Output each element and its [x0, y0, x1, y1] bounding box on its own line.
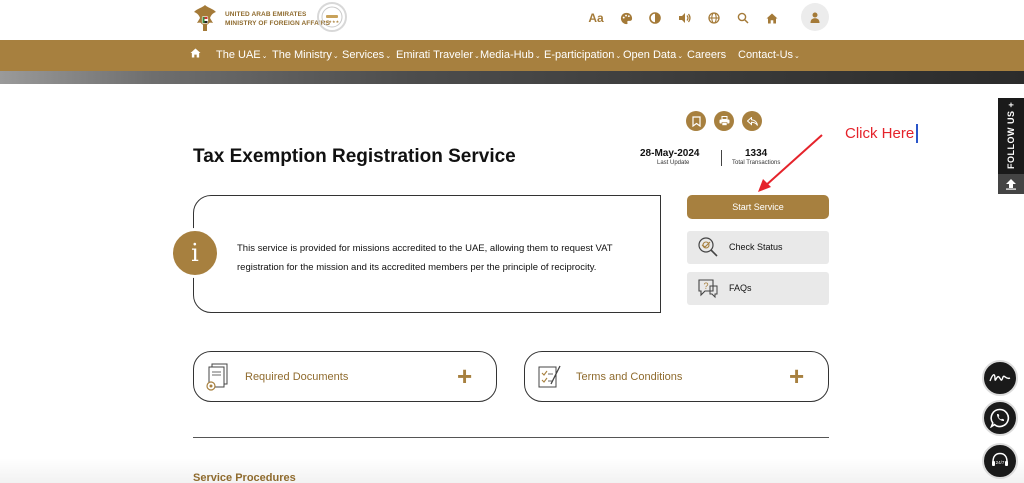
nav-item-careers[interactable]: Careers [687, 49, 726, 61]
hero-banner-strip [0, 71, 1024, 84]
nav-item-e-participation[interactable]: E-participation⌄ [544, 49, 621, 61]
nav-item-the-uae[interactable]: The UAE⌄ [216, 49, 268, 61]
last-update-value: 28-May-2024 [640, 148, 700, 159]
arrow-up-icon [1006, 179, 1016, 190]
info-icon: i [170, 228, 220, 278]
nav-home-icon[interactable] [190, 48, 201, 61]
last-update-label: Last Update [657, 160, 690, 166]
required-documents-accordion[interactable]: Required Documents + [193, 351, 497, 402]
whatsapp-icon [990, 408, 1010, 428]
search-icon[interactable] [733, 9, 753, 27]
follow-us-label: FOLLOW US + [1006, 101, 1016, 169]
service-procedures-heading[interactable]: Service Procedures [193, 472, 296, 483]
speaker-icon[interactable] [675, 9, 695, 27]
logo-line-1: UNITED ARAB EMIRATES [225, 11, 307, 18]
stats-divider [721, 150, 722, 166]
user-icon [810, 12, 820, 23]
bookmark-icon [691, 115, 701, 127]
chevron-down-icon: ⌄ [615, 53, 622, 60]
chevron-down-icon: ⌄ [534, 53, 541, 60]
user-account-button[interactable] [801, 3, 829, 31]
print-button[interactable] [714, 111, 734, 131]
faqs-label: FAQs [729, 283, 752, 293]
call-center-button[interactable]: 24/7 [982, 443, 1018, 479]
svg-text:?: ? [703, 281, 708, 291]
share-icon [746, 116, 758, 126]
page-title: Tax Exemption Registration Service [193, 146, 516, 167]
nav-item-services[interactable]: Services⌄ [342, 49, 391, 61]
nav-item-the-ministry[interactable]: The Ministry⌄ [272, 49, 339, 61]
nav-item-open-data[interactable]: Open Data⌄ [623, 49, 683, 61]
signature-button[interactable] [982, 360, 1018, 396]
globe-icon[interactable] [704, 9, 724, 27]
share-button[interactable] [742, 111, 762, 131]
contrast-icon[interactable] [645, 9, 665, 27]
nav-item-emirati-traveler[interactable]: Emirati Traveler⌄ [396, 49, 480, 61]
footer-shadow [0, 458, 1024, 483]
check-status-label: Check Status [729, 242, 783, 252]
terms-icon [538, 365, 561, 388]
red-arrow-annotation-icon [758, 134, 823, 192]
chevron-down-icon: ⌄ [332, 53, 339, 60]
uae-emblem-icon [194, 5, 216, 31]
section-divider [193, 437, 829, 438]
star-rating-badge-icon: ★★★★ [317, 2, 347, 32]
scroll-top-button[interactable] [998, 174, 1024, 194]
faqs-button[interactable]: ? FAQs [687, 272, 829, 305]
font-size-icon[interactable]: Aa [586, 9, 606, 27]
expand-plus-icon: + [457, 361, 473, 391]
documents-icon [206, 363, 228, 391]
home-icon[interactable] [762, 9, 782, 27]
font-size-label: Aa [588, 11, 604, 25]
faq-icon: ? [698, 279, 718, 299]
logo-text: UNITED ARAB EMIRATES MINISTRY OF FOREIGN… [225, 10, 330, 28]
signature-icon [989, 374, 1011, 382]
required-documents-label: Required Documents [245, 371, 349, 383]
nav-item-media-hub[interactable]: Media-Hub⌄ [480, 49, 541, 61]
ministry-logo[interactable]: UNITED ARAB EMIRATES MINISTRY OF FOREIGN… [192, 3, 330, 35]
service-description: This service is provided for missions ac… [237, 243, 613, 273]
click-here-annotation: Click Here [845, 125, 915, 142]
terms-and-conditions-accordion[interactable]: Terms and Conditions + [524, 351, 829, 402]
check-status-icon [698, 237, 718, 257]
chevron-down-icon: ⌄ [385, 53, 392, 60]
palette-icon[interactable] [616, 9, 636, 27]
chevron-down-icon: ⌄ [677, 53, 684, 60]
bookmark-button[interactable] [686, 111, 706, 131]
terms-and-conditions-label: Terms and Conditions [576, 371, 683, 383]
svg-text:24/7: 24/7 [996, 460, 1005, 465]
badge-seal-icon: ★★★★ [321, 6, 343, 28]
site-header: UNITED ARAB EMIRATES MINISTRY OF FOREIGN… [0, 0, 1024, 40]
start-service-button[interactable]: Start Service [687, 195, 829, 219]
logo-line-2: MINISTRY OF FOREIGN AFFAIRS [225, 20, 331, 27]
page: UNITED ARAB EMIRATES MINISTRY OF FOREIGN… [0, 0, 1024, 483]
start-service-label: Start Service [732, 202, 784, 212]
main-nav: The UAE⌄ The Ministry⌄ Services⌄ Emirati… [0, 40, 1024, 71]
whatsapp-button[interactable] [982, 400, 1018, 436]
chevron-down-icon: ⌄ [261, 53, 268, 60]
chevron-down-icon: ⌄ [794, 53, 800, 60]
headset-24-7-icon: 24/7 [992, 452, 1008, 466]
expand-plus-icon: + [789, 361, 805, 391]
print-icon [719, 116, 729, 126]
svg-text:★★★★: ★★★★ [325, 19, 340, 24]
check-status-button[interactable]: Check Status [687, 231, 829, 264]
nav-item-contact-us[interactable]: Contact-Us⌄ [738, 49, 800, 61]
text-cursor [916, 124, 918, 143]
